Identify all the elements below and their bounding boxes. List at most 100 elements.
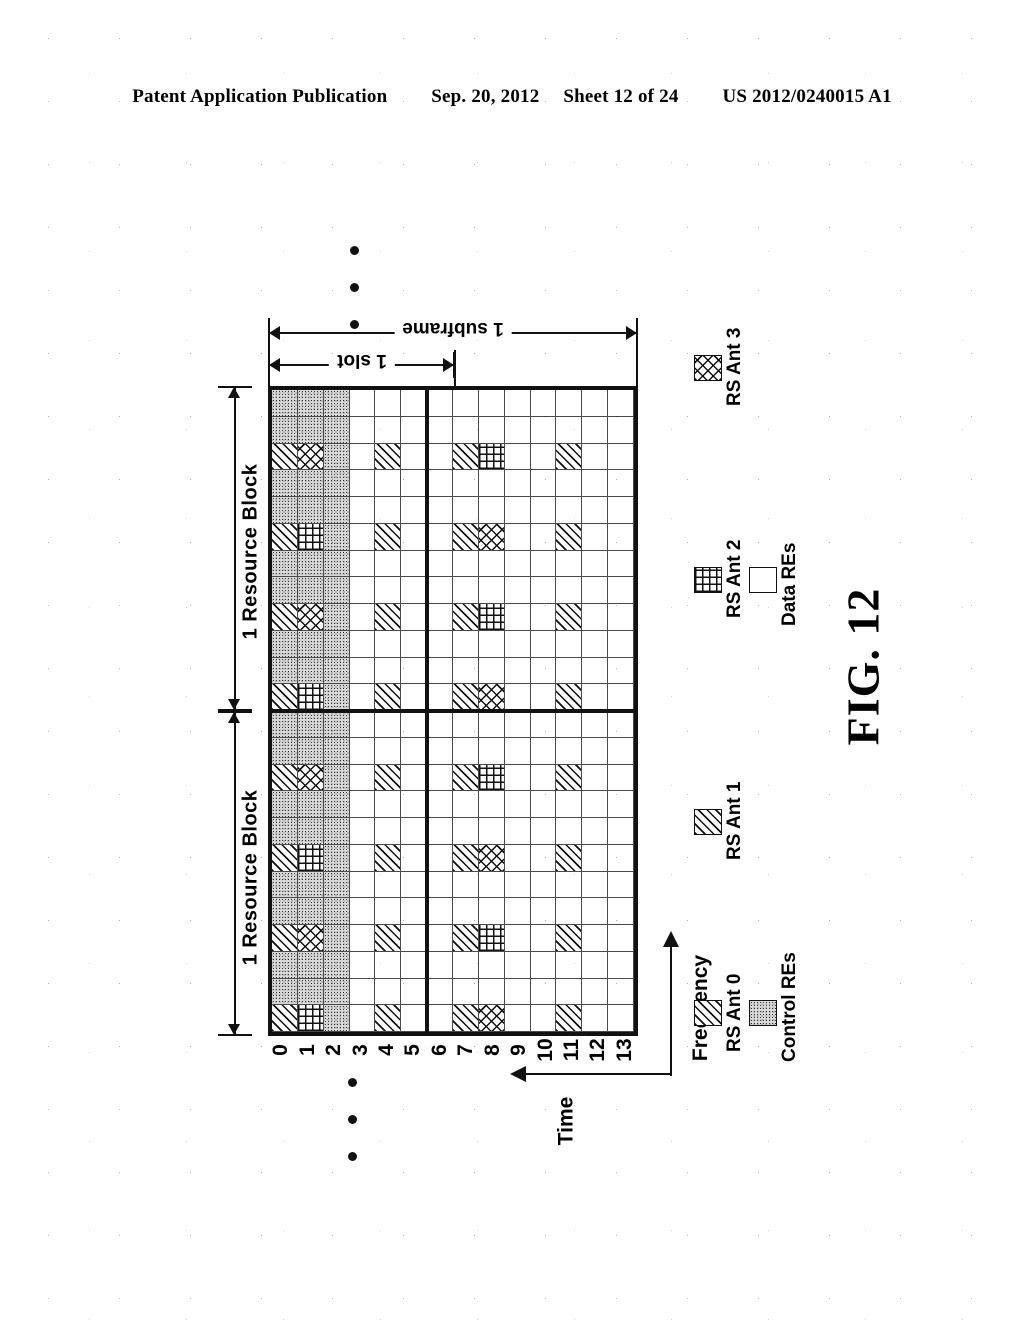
resource-element-data <box>427 871 453 899</box>
resource-element-data <box>427 604 453 631</box>
resource-element-control <box>323 657 350 685</box>
resource-element-data <box>582 871 609 899</box>
resource-element-data <box>375 470 402 497</box>
resource-element-data <box>401 523 428 551</box>
resource-element-data <box>349 711 376 738</box>
resource-element-ant0 <box>556 443 583 471</box>
resource-element-data <box>556 818 583 845</box>
resource-element-data <box>582 898 609 925</box>
resource-element-data <box>478 550 505 578</box>
resource-element-data <box>582 818 609 845</box>
resource-element-data <box>504 844 531 872</box>
resource-element-data <box>582 497 609 524</box>
resource-element-data <box>608 898 634 925</box>
resource-element-data <box>427 416 453 444</box>
resource-element-data <box>453 737 479 765</box>
resource-element-data <box>453 711 479 738</box>
resource-element-ant0 <box>453 604 479 631</box>
resource-element-ant0 <box>453 764 479 792</box>
resource-element-data <box>478 630 505 658</box>
resource-element-data <box>401 844 428 872</box>
resource-element-data <box>375 951 402 979</box>
resource-element-control <box>272 737 298 765</box>
resource-element-data <box>427 497 453 524</box>
resource-element-data <box>530 390 557 417</box>
resource-element-data <box>375 818 402 845</box>
resource-element-data <box>530 470 557 497</box>
resource-element-control <box>297 657 324 685</box>
resource-element-data <box>582 684 609 711</box>
resource-element-ant3 <box>297 764 324 792</box>
resource-element-data <box>530 550 557 578</box>
resource-element-data <box>530 844 557 872</box>
resource-element-control <box>323 550 350 578</box>
axis-group: Frequency Time <box>498 931 712 1145</box>
column-index-5: 5 <box>401 1044 425 1056</box>
resource-element-ant3 <box>297 925 324 952</box>
resource-element-control <box>323 791 350 818</box>
resource-element-control <box>323 604 350 631</box>
resource-element-data <box>582 470 609 497</box>
resource-element-data <box>608 684 634 711</box>
resource-element-data <box>608 737 634 765</box>
resource-element-data <box>349 764 376 792</box>
resource-element-control <box>272 416 298 444</box>
resource-element-data <box>427 737 453 765</box>
resource-element-data <box>401 684 428 711</box>
resource-element-data <box>504 390 531 417</box>
resource-element-data <box>504 791 531 818</box>
resource-element-data <box>582 630 609 658</box>
resource-element-data <box>427 711 453 738</box>
resource-element-control <box>323 390 350 417</box>
resource-element-control <box>297 550 324 578</box>
resource-element-control <box>323 951 350 979</box>
resource-element-data <box>478 737 505 765</box>
resource-element-data <box>401 925 428 952</box>
resource-element-control <box>272 871 298 899</box>
resource-element-data <box>530 604 557 631</box>
ellipsis-dots-bottom <box>348 1078 357 1189</box>
resource-element-data <box>375 577 402 604</box>
resource-element-data <box>401 630 428 658</box>
resource-element-data <box>530 443 557 471</box>
resource-element-data <box>608 577 634 604</box>
resource-element-ant0 <box>375 684 402 711</box>
resource-element-data <box>530 523 557 551</box>
resource-element-data <box>556 470 583 497</box>
resource-element-ant0 <box>272 844 298 872</box>
resource-element-data <box>453 978 479 1006</box>
resource-element-ant0 <box>453 523 479 551</box>
resource-element-data <box>530 898 557 925</box>
slot-arrow-left <box>269 358 280 372</box>
resource-element-data <box>401 550 428 578</box>
slot-label: 1 slot <box>328 349 395 371</box>
resource-element-data <box>349 416 376 444</box>
resource-element-ant2 <box>297 1005 324 1032</box>
resource-element-data <box>608 497 634 524</box>
resource-element-data <box>401 604 428 631</box>
resource-element-data <box>453 390 479 417</box>
resource-element-ant0 <box>272 764 298 792</box>
resource-element-data <box>427 470 453 497</box>
resource-element-ant0 <box>375 925 402 952</box>
resource-element-ant0 <box>272 523 298 551</box>
resource-element-data <box>427 550 453 578</box>
resource-element-control <box>272 978 298 1006</box>
resource-element-ant3 <box>478 684 505 711</box>
resource-element-control <box>272 470 298 497</box>
resource-element-data <box>582 390 609 417</box>
resource-element-data <box>349 978 376 1006</box>
resource-element-control <box>323 443 350 471</box>
resource-element-data <box>401 791 428 818</box>
resource-element-data <box>427 523 453 551</box>
column-index-0: 0 <box>269 1044 293 1056</box>
resource-element-data <box>478 416 505 444</box>
resource-element-control <box>323 577 350 604</box>
resource-element-ant0 <box>375 844 402 872</box>
resource-element-ant2 <box>297 684 324 711</box>
resource-element-data <box>427 630 453 658</box>
resource-element-control <box>323 737 350 765</box>
resource-element-data <box>530 711 557 738</box>
figure-label: FIG. 12 <box>837 587 889 746</box>
resource-element-control <box>323 925 350 952</box>
